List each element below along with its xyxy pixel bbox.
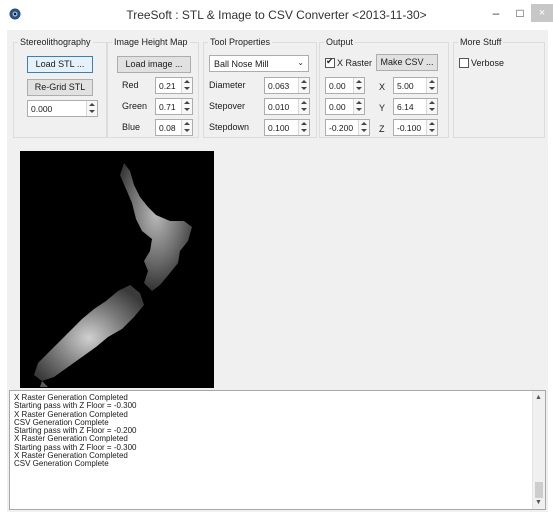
stereolithography-group-label: Stereolithography xyxy=(18,37,93,47)
maximize-button[interactable]: □ xyxy=(509,4,531,22)
height-map-image xyxy=(34,163,192,387)
stl-value-spinner[interactable]: 0.000 xyxy=(27,100,98,117)
stl-value: 0.000 xyxy=(31,104,53,114)
minimize-button[interactable]: – xyxy=(485,4,507,22)
load-image-button[interactable]: Load image ... xyxy=(117,56,191,73)
red-spinner[interactable]: 0.21 xyxy=(155,77,193,94)
log-line: CSV Generation Complete xyxy=(14,459,109,469)
scroll-up-icon[interactable]: ▲ xyxy=(535,394,542,401)
title-bar: TreeSoft : STL & Image to CSV Converter … xyxy=(0,0,553,30)
image-height-map-group: Image Height Map Load image ... Red 0.21… xyxy=(107,37,199,138)
x-raster-checkbox[interactable]: ✔ xyxy=(325,56,335,68)
stepover-label: Stepover xyxy=(209,101,246,111)
blue-label: Blue xyxy=(122,122,141,132)
tool-type-value: Ball Nose Mill xyxy=(214,59,269,69)
stl-spinner-arrows[interactable] xyxy=(86,101,97,116)
scrollbar-thumb[interactable] xyxy=(535,482,543,498)
window-title: TreeSoft : STL & Image to CSV Converter … xyxy=(126,8,427,22)
tool-properties-group-label: Tool Properties xyxy=(208,37,273,47)
more-stuff-group-label: More Stuff xyxy=(458,37,504,47)
client-area: Stereolithography Load STL ... Re-Grid S… xyxy=(7,30,548,512)
red-label: Red xyxy=(122,80,139,90)
verbose-label[interactable]: Verbose xyxy=(471,58,504,68)
height-map-preview xyxy=(20,151,214,388)
origin-x-spinner[interactable]: 0.00 xyxy=(325,77,365,94)
output-group: Output ✔ X Raster Make CSV ... 0.00 X 5.… xyxy=(319,37,449,138)
red-value: 0.21 xyxy=(159,81,176,91)
stepover-value: 0.010 xyxy=(268,102,290,112)
diameter-label: Diameter xyxy=(209,80,246,90)
y-axis-label: Y xyxy=(379,103,386,113)
x-raster-label[interactable]: X Raster xyxy=(337,58,372,68)
stepdown-label: Stepdown xyxy=(209,122,250,132)
origin-y-spinner[interactable]: 0.00 xyxy=(325,98,365,115)
origin-y-value: 0.00 xyxy=(329,102,346,112)
z-spinner[interactable]: -0.100 xyxy=(393,119,438,136)
blue-spinner[interactable]: 0.08 xyxy=(155,119,193,136)
y-spinner[interactable]: 6.14 xyxy=(393,98,438,115)
origin-x-value: 0.00 xyxy=(329,81,346,91)
close-button[interactable]: × xyxy=(531,4,553,22)
x-value: 5.00 xyxy=(397,81,414,91)
origin-z-value: -0.200 xyxy=(329,123,354,133)
more-stuff-group: More Stuff Verbose xyxy=(453,37,545,138)
tool-properties-group: Tool Properties Ball Nose Mill ⌄ Diamete… xyxy=(203,37,317,138)
regrid-stl-button[interactable]: Re-Grid STL xyxy=(27,79,93,96)
make-csv-button[interactable]: Make CSV ... xyxy=(376,54,438,71)
scroll-down-icon[interactable]: ▼ xyxy=(535,499,542,506)
load-stl-button[interactable]: Load STL ... xyxy=(27,56,93,73)
diameter-value: 0.063 xyxy=(268,81,290,91)
y-value: 6.14 xyxy=(397,102,414,112)
origin-z-spinner[interactable]: -0.200 xyxy=(325,119,370,136)
x-spinner[interactable]: 5.00 xyxy=(393,77,438,94)
x-axis-label: X xyxy=(379,82,386,92)
stepover-spinner[interactable]: 0.010 xyxy=(264,98,310,115)
vertical-scrollbar[interactable]: ▲ ▼ xyxy=(532,391,545,509)
z-value: -0.100 xyxy=(397,123,422,133)
image-height-map-group-label: Image Height Map xyxy=(112,37,190,47)
diameter-spinner[interactable]: 0.063 xyxy=(264,77,310,94)
stepdown-spinner[interactable]: 0.100 xyxy=(264,119,310,136)
green-spinner[interactable]: 0.71 xyxy=(155,98,193,115)
blue-value: 0.08 xyxy=(159,123,176,133)
stepdown-value: 0.100 xyxy=(268,123,290,133)
log-textarea[interactable]: X Raster Generation Completed Starting pa… xyxy=(9,390,546,510)
output-group-label: Output xyxy=(324,37,356,47)
chevron-down-icon: ⌄ xyxy=(297,58,304,67)
verbose-checkbox[interactable] xyxy=(459,58,469,68)
log-output: X Raster Generation Completed Starting pa… xyxy=(14,393,137,469)
green-label: Green xyxy=(122,101,148,111)
stereolithography-group: Stereolithography Load STL ... Re-Grid S… xyxy=(13,37,107,138)
check-icon: ✔ xyxy=(326,56,334,66)
z-axis-label: Z xyxy=(379,124,385,134)
tool-type-select[interactable]: Ball Nose Mill ⌄ xyxy=(209,55,309,72)
green-value: 0.71 xyxy=(159,102,176,112)
